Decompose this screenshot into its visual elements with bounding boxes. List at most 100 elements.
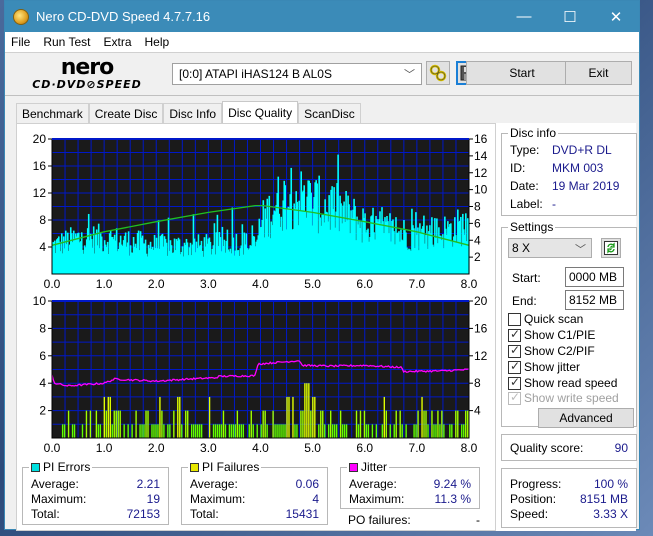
drive-config-button[interactable]: [426, 61, 450, 85]
settings-title: Settings: [510, 220, 554, 234]
pi-failure-bar: [417, 410, 419, 438]
pi-failure-bar: [161, 410, 163, 438]
title-bar: Nero CD-DVD Speed 4.7.7.16 — ☐ ✕: [5, 1, 639, 32]
pi-failure-bar: [431, 410, 433, 438]
pi-failure-bar: [222, 410, 225, 438]
y-tick-label-left: 4: [39, 240, 46, 254]
quick-scan-checkbox[interactable]: Quick scan: [508, 312, 583, 326]
menu-run-test[interactable]: Run Test: [43, 35, 90, 49]
pi-errors-total-label: Total:: [31, 507, 60, 521]
tab-scandisc[interactable]: ScanDisc: [298, 103, 361, 123]
pi-failure-bar: [345, 424, 348, 438]
x-tick-label: 0.0: [44, 277, 61, 291]
speed-value: 3.33 X: [593, 507, 628, 521]
pi-failure-bar: [135, 410, 137, 438]
pi-failure-bar: [302, 410, 304, 438]
pi-failure-bar: [218, 424, 221, 438]
pi-failure-bar: [71, 424, 74, 438]
pi-failure-bar: [395, 410, 397, 438]
pi-failure-bar: [214, 424, 217, 438]
pi-failure-bar: [248, 424, 250, 438]
show-read-speed-checkbox[interactable]: Show read speed: [508, 375, 617, 390]
exit-button[interactable]: Exit: [565, 61, 632, 85]
pi-failure-bar: [242, 424, 245, 438]
show-c1-pie-checkbox[interactable]: Show C1/PIE: [508, 327, 595, 342]
close-button[interactable]: ✕: [593, 1, 639, 32]
pi-failure-bar: [67, 410, 70, 438]
pi-failures-total-label: Total:: [190, 507, 219, 521]
start-button[interactable]: Start: [466, 61, 578, 85]
y-tick-label-right: 10: [474, 183, 488, 197]
speed-select[interactable]: 8 X ﹀: [508, 238, 592, 258]
pi-failure-bar: [461, 424, 463, 438]
pi-failure-bar: [296, 424, 298, 438]
y-tick-label-right: 2: [474, 250, 481, 264]
tab-benchmark[interactable]: Benchmark: [16, 103, 89, 123]
pi-failure-bar: [435, 424, 437, 438]
pi-failure-bar: [399, 410, 401, 438]
logo-subtitle: CD·DVD⊘SPEED: [32, 77, 142, 91]
po-failures-value: -: [476, 513, 480, 527]
pi-failure-bar: [320, 410, 322, 438]
progress-group: Progress: 100 % Position: 8151 MB Speed: 3.…: [501, 468, 637, 528]
menu-file[interactable]: File: [11, 35, 30, 49]
jitter-title: Jitter: [361, 460, 388, 474]
show-write-speed-checkbox: Show write speed: [508, 390, 619, 405]
pi-failure-bar: [359, 410, 362, 438]
menu-help[interactable]: Help: [145, 35, 170, 49]
pi-failure-bar: [194, 424, 197, 438]
pi-failure-bar: [252, 424, 254, 438]
x-tick-label: 6.0: [356, 277, 373, 291]
x-tick-label: 2.0: [148, 277, 165, 291]
x-tick-label: 4.0: [252, 441, 269, 455]
pi-failure-bar: [191, 424, 193, 438]
tab-label: ScanDisc: [304, 106, 355, 121]
pi-failure-bar: [208, 396, 211, 438]
pi-failure-bar: [465, 410, 467, 438]
show-jitter-checkbox[interactable]: Show jitter: [508, 359, 580, 374]
maximize-button[interactable]: ☐: [547, 1, 593, 32]
drive-select[interactable]: [0:0] ATAPI iHAS124 B AL0S ﹀: [172, 63, 422, 85]
pi-failure-bar: [240, 424, 243, 438]
show-c2-pif-checkbox[interactable]: Show C2/PIF: [508, 343, 595, 358]
pi-failures-total: 15431: [285, 507, 319, 521]
end-value: 8152 MB: [569, 293, 618, 307]
start-value: 0000 MB: [569, 270, 618, 284]
menu-extra[interactable]: Extra: [103, 35, 131, 49]
po-failures-label: PO failures:: [348, 513, 411, 527]
x-tick-label: 6.0: [356, 441, 373, 455]
pi-failure-bar: [423, 410, 425, 438]
advanced-button[interactable]: Advanced: [538, 408, 634, 428]
checkbox-label: Show C2/PIF: [524, 344, 595, 358]
minimize-button[interactable]: —: [501, 1, 547, 32]
pi-failure-bar: [234, 424, 237, 438]
y-tick-label-right: 12: [474, 349, 488, 363]
y-tick-label-left: 6: [39, 349, 46, 363]
pi-failure-bar: [425, 410, 427, 438]
y-tick-label-left: 2: [39, 404, 46, 418]
jitter-average-label: Average:: [349, 477, 397, 491]
pi-failure-bar: [236, 410, 239, 438]
pi-failure-bar: [335, 424, 338, 438]
pi-failure-bar: [232, 424, 235, 438]
tab-disc-quality[interactable]: Disc Quality: [222, 101, 299, 123]
y-tick-label-right: 4: [474, 404, 481, 418]
refresh-speed-button[interactable]: [601, 238, 621, 258]
pi-failure-bar: [73, 424, 76, 438]
pi-failure-bar: [139, 424, 141, 438]
pi-failure-bar: [81, 424, 84, 438]
tab-create-disc[interactable]: Create Disc: [88, 103, 164, 123]
window-title: Nero CD-DVD Speed 4.7.7.16: [36, 9, 211, 24]
pi-failure-bar: [282, 424, 284, 438]
pi-failure-bar: [185, 410, 187, 438]
pi-failure-bar: [304, 383, 306, 438]
pi-failure-bar: [300, 410, 302, 438]
progress-value: 100 %: [593, 477, 628, 491]
y-tick-label-right: 14: [474, 149, 488, 163]
end-input[interactable]: 8152 MB: [565, 290, 624, 310]
y-tick-label-left: 12: [33, 186, 47, 200]
checkbox-label: Show write speed: [524, 391, 619, 405]
start-input[interactable]: 0000 MB: [565, 267, 624, 287]
pi-failure-bar: [216, 424, 219, 438]
tab-disc-info[interactable]: Disc Info: [163, 103, 223, 123]
